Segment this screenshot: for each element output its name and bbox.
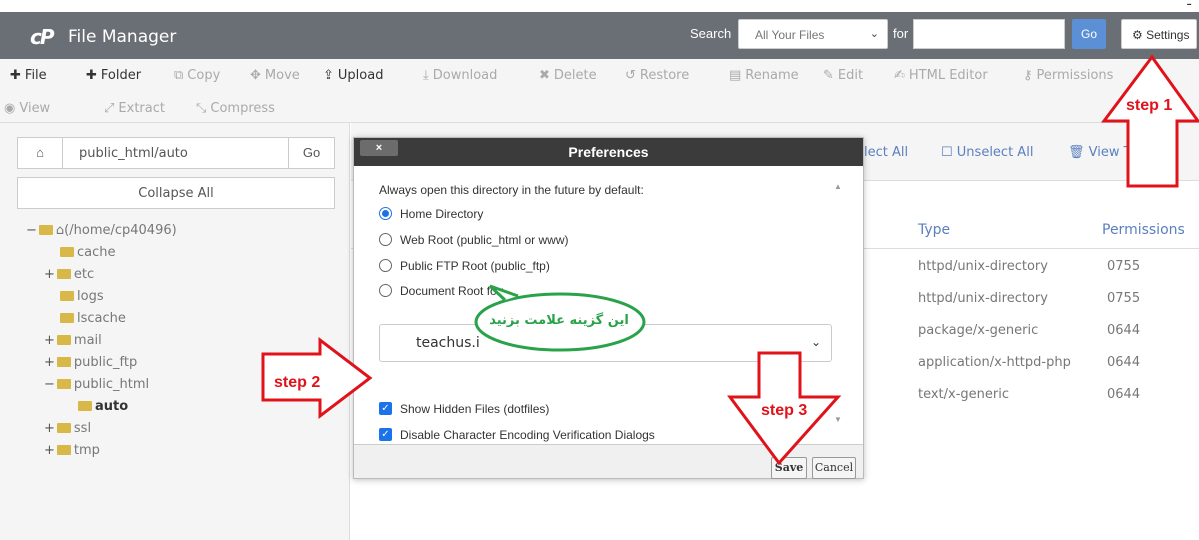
step1-arrow-icon (1101, 54, 1199, 188)
instruction-bubble-text: این گزینه علامت بزنید (489, 313, 629, 328)
step2-label: step 2 (274, 374, 321, 391)
instruction-bubble: این گزینه علامت بزنید (473, 291, 645, 351)
step1-label: step 1 (1126, 97, 1173, 114)
annotation-overlay (261, 54, 1199, 466)
step3-label: step 3 (761, 402, 808, 419)
